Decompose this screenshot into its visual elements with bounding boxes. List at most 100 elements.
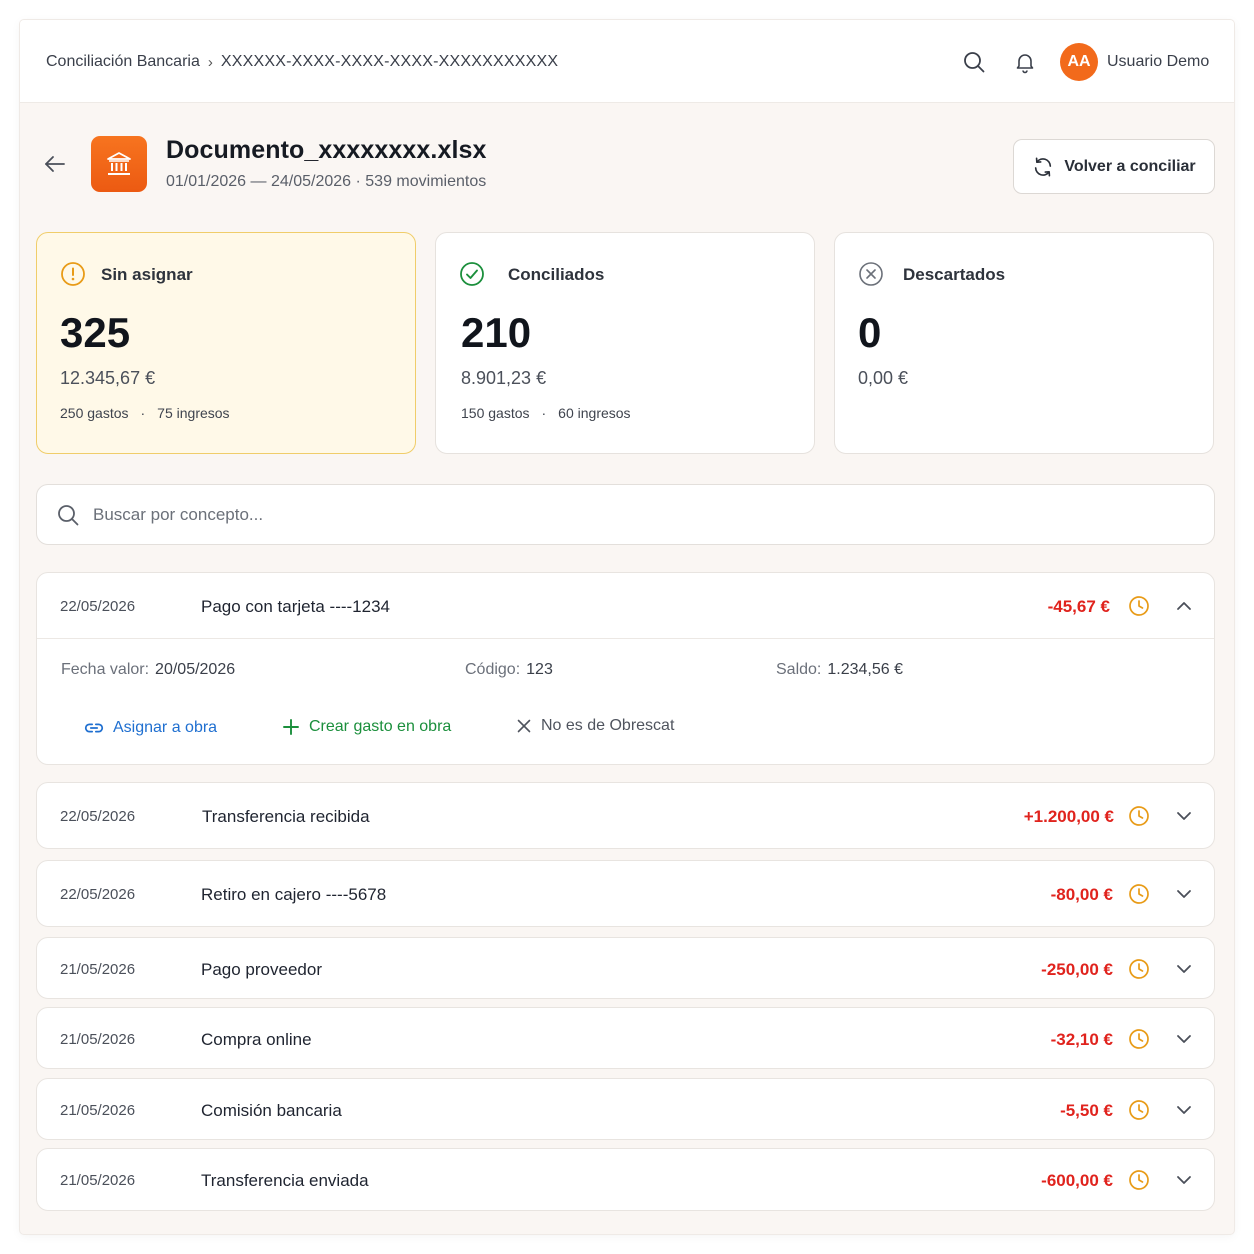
transaction-date: 21/05/2026 [60,1102,136,1119]
transaction-row[interactable]: 22/05/2026 Transferencia recibida +1.200… [36,782,1215,849]
assign-to-project-label: Asignar a obra [113,719,218,736]
transaction-concept: Comisión bancaria [201,1101,342,1120]
transaction-concept: Transferencia recibida [202,807,370,826]
search-input[interactable] [93,497,1193,533]
assign-to-project-button[interactable]: Asignar a obra [83,717,217,739]
card-breakdown: 250 gastos · 75 ingresos [60,405,230,421]
reconcile-again-label: Volver a conciliar [1064,157,1196,175]
link-icon [84,723,104,733]
transaction-header[interactable]: 22/05/2026 Pago con tarjeta ----1234 -45… [37,573,1214,638]
breadcrumb: Conciliación Bancaria › XXXXXX-XXXX-XXXX… [46,53,558,71]
transaction-row-expanded[interactable]: 22/05/2026 Pago con tarjeta ----1234 -45… [36,572,1215,765]
card-count: 0 [858,309,882,356]
x-circle-icon [859,262,883,286]
code-label: Código: [465,661,521,678]
bank-icon [91,136,147,192]
card-unassigned[interactable]: Sin asignar 325 12.345,67 € 250 gastos ·… [36,232,416,454]
clock-icon [1129,806,1149,826]
value-date-value: 20/05/2026 [155,661,236,678]
document-meta: 01/01/2026 — 24/05/2026 · 539 movimiento… [166,173,487,190]
card-reconciled[interactable]: Conciliados 210 8.901,23 € 150 gastos · … [435,232,815,454]
transaction-row[interactable]: 21/05/2026 Transferencia enviada -600,00… [36,1148,1215,1211]
close-icon [517,719,531,733]
app-frame: Conciliación Bancaria › XXXXXX-XXXX-XXXX… [20,20,1234,1234]
clock-icon [1129,959,1149,979]
page-title: Documento_xxxxxxxx.xlsx [166,136,487,164]
card-amount: 8.901,23 € [461,368,547,388]
card-incomes: 75 ingresos [157,405,230,421]
card-incomes: 60 ingresos [558,405,631,421]
clock-icon [1129,596,1149,616]
card-count: 210 [461,309,532,356]
transaction-row[interactable]: 21/05/2026 Pago proveedor -250,00 € [36,937,1215,999]
transaction-date: 21/05/2026 [60,1031,136,1048]
back-arrow-icon[interactable] [42,151,68,177]
transaction-amount: -80,00 € [1050,885,1113,904]
chevron-down-icon[interactable] [1174,1100,1194,1120]
breadcrumb-current: XXXXXX-XXXX-XXXX-XXXX-XXXXXXXXXXX [220,53,559,70]
card-expenses: 150 gastos [461,405,530,421]
balance-label: Saldo: [776,661,822,678]
alert-circle-icon [61,262,85,286]
transaction-date: 22/05/2026 [60,808,136,825]
transaction-amount: -32,10 € [1050,1030,1113,1049]
bell-icon[interactable] [1013,50,1037,74]
card-amount: 12.345,67 € [60,368,156,388]
transaction-concept: Compra online [201,1030,312,1049]
card-breakdown: 150 gastos · 60 ingresos [461,405,631,421]
card-title: Sin asignar [101,265,193,284]
top-bar: Conciliación Bancaria › XXXXXX-XXXX-XXXX… [20,20,1234,103]
user-name[interactable]: Usuario Demo [1107,53,1209,71]
transaction-date: 22/05/2026 [60,598,136,615]
card-amount: 0,00 € [858,368,909,388]
breadcrumb-separator: › [207,53,213,71]
transaction-row[interactable]: 21/05/2026 Compra online -32,10 € [36,1007,1215,1069]
card-count: 325 [60,309,131,356]
code: Código: 123 [465,661,553,679]
transaction-details: Fecha valor: 20/05/2026 Código: 123 Saldo:… [37,638,1214,764]
value-date: Fecha valor: 20/05/2026 [61,661,235,679]
transaction-concept: Retiro en cajero ----5678 [201,885,387,904]
value-date-label: Fecha valor: [61,661,150,678]
search-bar [36,484,1215,545]
search-icon[interactable] [962,50,986,74]
chevron-down-icon[interactable] [1174,884,1194,904]
transaction-date: 21/05/2026 [60,961,136,978]
balance-value: 1.234,56 € [827,661,903,678]
search-icon [58,505,79,526]
chevron-down-icon[interactable] [1174,806,1194,826]
transaction-amount: -5,50 € [1060,1101,1113,1120]
balance: Saldo: 1.234,56 € [776,661,903,679]
transaction-amount: +1.200,00 € [1023,807,1114,826]
avatar[interactable]: AA [1060,43,1098,81]
transaction-concept: Pago proveedor [201,960,322,979]
clock-icon [1129,884,1149,904]
create-expense-label: Crear gasto en obra [309,718,452,735]
transaction-amount: -250,00 € [1041,960,1113,979]
transaction-amount: -600,00 € [1041,1171,1113,1190]
clock-icon [1129,1100,1149,1120]
chevron-down-icon[interactable] [1174,959,1194,979]
not-ours-label: No es de Obrescat [541,717,675,734]
clock-icon [1129,1029,1149,1049]
create-expense-button[interactable]: Crear gasto en obra [281,717,451,737]
card-dot: · [140,405,146,421]
card-title: Descartados [903,265,1006,284]
chevron-up-icon[interactable] [1174,596,1194,616]
reconcile-again-button[interactable]: Volver a conciliar [1013,139,1215,194]
transaction-concept: Pago con tarjeta ----1234 [201,597,390,616]
card-discarded[interactable]: Descartados 0 0,00 € [834,232,1214,454]
breadcrumb-root[interactable]: Conciliación Bancaria [46,53,200,71]
not-ours-button[interactable]: No es de Obrescat [515,717,674,735]
transaction-date: 22/05/2026 [60,886,136,903]
refresh-icon [1035,156,1052,177]
clock-icon [1129,1170,1149,1190]
transaction-date: 21/05/2026 [60,1172,136,1189]
transaction-row[interactable]: 21/05/2026 Comisión bancaria -5,50 € [36,1078,1215,1140]
card-expenses: 250 gastos [60,405,129,421]
chevron-down-icon[interactable] [1174,1170,1194,1190]
transaction-amount: -45,67 € [1047,597,1110,616]
transaction-row[interactable]: 22/05/2026 Retiro en cajero ----5678 -80… [36,860,1215,927]
transaction-concept: Transferencia enviada [201,1171,369,1190]
chevron-down-icon[interactable] [1174,1029,1194,1049]
